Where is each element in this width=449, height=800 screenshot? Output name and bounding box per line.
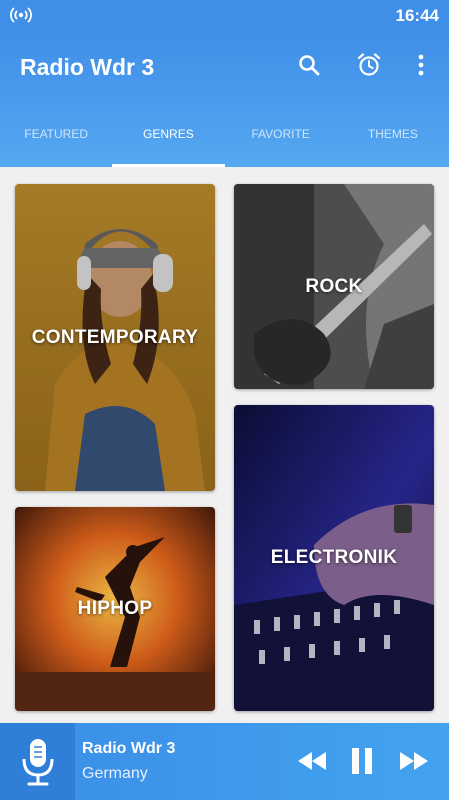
status-bar: 16:44	[0, 0, 449, 30]
microphone-icon	[22, 738, 53, 785]
more-vertical-icon	[418, 54, 424, 76]
tab-featured[interactable]: FEATURED	[0, 116, 112, 167]
genre-card-electronik[interactable]: ELECTRONIK	[234, 405, 434, 711]
genre-grid: CONTEMPORARY ROCK HIPHOP ELECTRONIK	[0, 167, 449, 723]
more-options-button[interactable]	[406, 50, 436, 80]
genre-label-contemporary: CONTEMPORARY	[31, 326, 199, 348]
tab-themes[interactable]: THEMES	[337, 116, 449, 167]
genre-label-electronik: ELECTRONIK	[270, 547, 398, 568]
tab-genres[interactable]: GENRES	[112, 116, 225, 167]
status-time: 16:44	[395, 6, 439, 25]
genre-card-hiphop[interactable]: HIPHOP	[15, 507, 215, 711]
fast-forward-button[interactable]	[396, 743, 432, 779]
rewind-button[interactable]	[294, 743, 330, 779]
search-icon	[299, 55, 320, 76]
tab-bar: FEATURED GENRES FAVORITE THEMES	[0, 116, 449, 167]
alarm-clock-icon	[357, 53, 381, 76]
pause-icon	[352, 748, 372, 774]
fast-forward-icon	[400, 752, 428, 770]
app-title: Radio Wdr 3	[20, 54, 155, 80]
genre-label-hiphop: HIPHOP	[77, 598, 153, 619]
tab-favorite[interactable]: FAVORITE	[225, 116, 337, 167]
player-station-name: Radio Wdr 3	[82, 740, 176, 757]
player-station-country: Germany	[82, 765, 148, 782]
app-bar: Radio Wdr 3 FEATURED GENRES FAVORITE THE…	[0, 30, 449, 167]
station-artwork	[0, 723, 75, 800]
mini-player[interactable]: Radio Wdr 3 Germany	[0, 723, 449, 800]
search-button[interactable]	[294, 50, 324, 80]
genre-card-rock[interactable]: ROCK	[234, 184, 434, 389]
alarm-button[interactable]	[354, 50, 384, 80]
rewind-icon	[298, 752, 326, 770]
radio-signal-icon	[10, 7, 32, 23]
pause-button[interactable]	[344, 743, 380, 779]
genre-card-contemporary[interactable]: CONTEMPORARY	[15, 184, 215, 491]
genre-label-rock: ROCK	[305, 275, 363, 297]
